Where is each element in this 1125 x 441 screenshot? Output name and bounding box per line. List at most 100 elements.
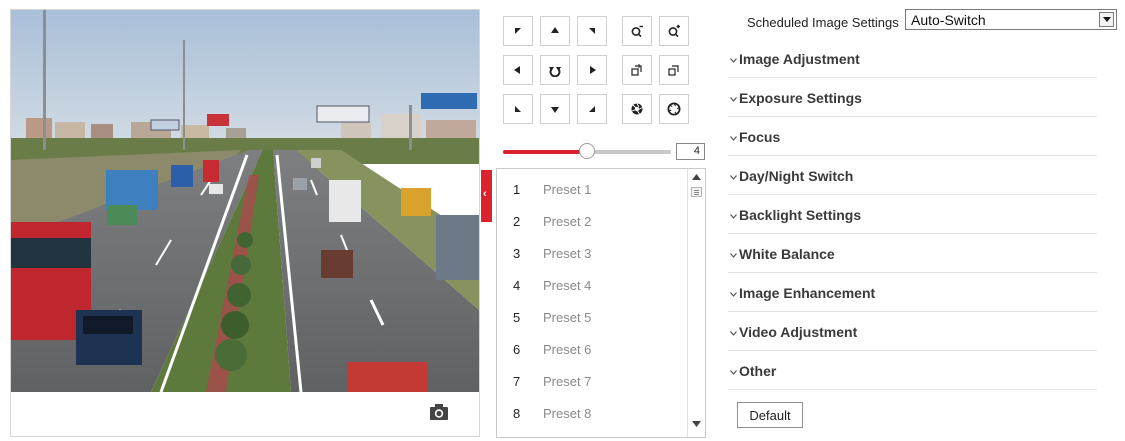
- scheduled-image-settings-value: Auto-Switch: [911, 12, 986, 28]
- ptz-speed-value: 4: [676, 143, 705, 160]
- preset-item[interactable]: 1 Preset 1: [497, 172, 687, 202]
- preset-number: 2: [513, 214, 521, 229]
- settings-section-header[interactable]: Focus: [728, 117, 1097, 156]
- iris-close-icon: [631, 103, 643, 115]
- arrow-left-icon: [514, 66, 520, 74]
- zoom-in-button[interactable]: [659, 16, 689, 46]
- arrow-up-icon: [551, 27, 559, 33]
- preset-number: 7: [513, 374, 521, 389]
- settings-section-label: White Balance: [739, 246, 835, 262]
- settings-section-label: Focus: [739, 129, 781, 145]
- dropdown-arrow[interactable]: [1099, 12, 1114, 27]
- settings-section-header[interactable]: Other: [728, 351, 1097, 390]
- arrow-down-icon: [551, 107, 559, 113]
- preset-number: 3: [513, 246, 521, 261]
- preset-item[interactable]: 4 Preset 4: [497, 268, 687, 298]
- settings-section-header[interactable]: White Balance: [728, 234, 1097, 273]
- preset-name: Preset 1: [543, 182, 592, 197]
- settings-section-header[interactable]: Image Adjustment: [728, 39, 1097, 78]
- scroll-up-icon[interactable]: [692, 174, 701, 180]
- preset-item[interactable]: 6 Preset 6: [497, 332, 687, 362]
- settings-section-label: Exposure Settings: [739, 90, 862, 106]
- iris-open-icon: [667, 102, 681, 116]
- collapse-ptz-panel-tab[interactable]: ‹: [481, 170, 492, 222]
- settings-section-header[interactable]: Image Enhancement: [728, 273, 1097, 312]
- chevron-down-icon: [730, 58, 737, 63]
- chevron-down-icon: [730, 214, 737, 219]
- arrow-right-icon: [590, 66, 596, 74]
- settings-section-label: Day/Night Switch: [739, 168, 854, 184]
- arrow-up-left-icon: [515, 28, 521, 34]
- arrow-up-right-icon: [589, 28, 595, 34]
- settings-section-header[interactable]: Video Adjustment: [728, 312, 1097, 351]
- chevron-down-icon: [730, 136, 737, 141]
- chevron-left-icon: ‹: [483, 188, 487, 200]
- preset-name: Preset 8: [543, 406, 592, 421]
- settings-section-label: Other: [739, 363, 777, 379]
- preset-name: Preset 7: [543, 374, 592, 389]
- scroll-down-icon[interactable]: [692, 421, 701, 427]
- preset-number: 4: [513, 278, 521, 293]
- pan-down-right-button[interactable]: [577, 94, 607, 124]
- chevron-down-icon: [730, 97, 737, 102]
- settings-section-label: Image Enhancement: [739, 285, 876, 301]
- zoom-in-icon: [668, 24, 680, 38]
- ptz-speed-handle[interactable]: [579, 143, 595, 159]
- preset-name: Preset 5: [543, 310, 592, 325]
- scheduled-image-settings-select[interactable]: Auto-Switch: [905, 9, 1117, 30]
- default-button[interactable]: Default: [737, 402, 803, 428]
- preset-number: 6: [513, 342, 521, 357]
- pan-down-button[interactable]: [540, 94, 570, 124]
- preset-item[interactable]: 7 Preset 7: [497, 364, 687, 394]
- camera-icon: [430, 404, 448, 420]
- chevron-down-icon: [730, 370, 737, 375]
- scroll-thumb[interactable]: [691, 187, 702, 197]
- focus-far-button[interactable]: [659, 55, 689, 85]
- preset-item[interactable]: 3 Preset 3: [497, 236, 687, 266]
- snapshot-button[interactable]: [429, 403, 451, 421]
- chevron-down-icon: [730, 292, 737, 297]
- auto-rotate-icon: [549, 67, 561, 77]
- focus-near-icon: [631, 64, 642, 76]
- preset-item[interactable]: 8 Preset 8: [497, 396, 687, 426]
- preset-name: Preset 6: [543, 342, 592, 357]
- chevron-down-icon: [730, 253, 737, 258]
- pan-up-button[interactable]: [540, 16, 570, 46]
- settings-section-header[interactable]: Backlight Settings: [728, 195, 1097, 234]
- settings-section-header[interactable]: Day/Night Switch: [728, 156, 1097, 195]
- iris-open-button[interactable]: [659, 94, 689, 124]
- preset-item[interactable]: 5 Preset 5: [497, 300, 687, 330]
- chevron-down-icon: [730, 331, 737, 336]
- settings-section-header[interactable]: Exposure Settings: [728, 78, 1097, 117]
- chevron-down-icon: [1103, 17, 1111, 22]
- preset-name: Preset 3: [543, 246, 592, 261]
- pan-left-button[interactable]: [503, 55, 533, 85]
- arrow-down-left-icon: [515, 106, 521, 112]
- pan-down-left-button[interactable]: [503, 94, 533, 124]
- preset-list: 1 Preset 1 2 Preset 2 3 Preset 3 4 Preset 4 5 Pre…: [496, 168, 706, 438]
- focus-near-button[interactable]: [622, 55, 652, 85]
- iris-close-button[interactable]: [622, 94, 652, 124]
- pan-up-left-button[interactable]: [503, 16, 533, 46]
- settings-section-label: Video Adjustment: [739, 324, 858, 340]
- preset-name: Preset 4: [543, 278, 592, 293]
- settings-section-label: Backlight Settings: [739, 207, 862, 223]
- pan-up-right-button[interactable]: [577, 16, 607, 46]
- live-video-feed[interactable]: [11, 10, 479, 392]
- preset-number: 5: [513, 310, 521, 325]
- settings-section-label: Image Adjustment: [739, 51, 860, 67]
- preset-name: Preset 2: [543, 214, 592, 229]
- focus-far-icon: [668, 65, 679, 76]
- live-view-panel: [10, 9, 480, 437]
- auto-pan-button[interactable]: [540, 55, 570, 85]
- arrow-down-right-icon: [589, 106, 595, 112]
- preset-item[interactable]: 2 Preset 2: [497, 204, 687, 234]
- ptz-speed-fill: [503, 150, 587, 154]
- preset-number: 1: [513, 182, 521, 197]
- pan-right-button[interactable]: [577, 55, 607, 85]
- preset-number: 8: [513, 406, 521, 421]
- chevron-down-icon: [730, 175, 737, 180]
- zoom-out-button[interactable]: [622, 16, 652, 46]
- scheduled-image-settings-label: Scheduled Image Settings: [747, 15, 899, 30]
- preset-list-scrollbar[interactable]: [687, 169, 705, 437]
